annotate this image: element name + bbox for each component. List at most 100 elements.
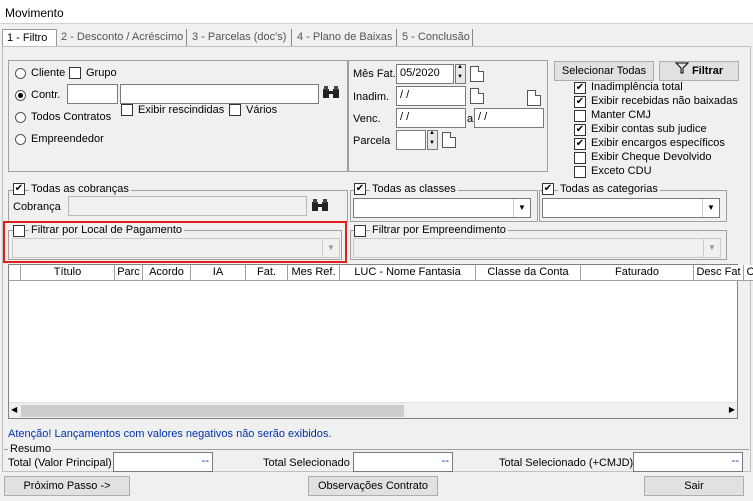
chevron-down-icon[interactable]: ▼ bbox=[322, 239, 339, 257]
cobranca-search-icon[interactable] bbox=[311, 198, 329, 215]
exibir-rescindidas-checkbox[interactable] bbox=[121, 104, 133, 116]
inadim-page-icon[interactable] bbox=[470, 88, 484, 104]
option-label: Exibir recebidas não baixadas bbox=[591, 95, 738, 107]
option-label: Exibir Cheque Devolvido bbox=[591, 151, 712, 163]
local-pagamento-checkbox[interactable] bbox=[13, 225, 25, 237]
mes-fat-spinner[interactable] bbox=[455, 64, 466, 84]
classes-combo[interactable]: ▼ bbox=[353, 198, 531, 218]
tab-plano-baixas[interactable]: 4 - Plano de Baixas bbox=[293, 29, 397, 47]
total-cmjd-label: Total Selecionado (+CMJD) bbox=[499, 457, 634, 469]
empreendimento-label: Filtrar por Empreendimento bbox=[370, 224, 508, 236]
option-checkbox[interactable]: ✔ bbox=[574, 124, 586, 136]
radio-cliente[interactable] bbox=[15, 68, 26, 79]
todas-classes-checkbox[interactable]: ✔ bbox=[354, 183, 366, 195]
tab-parcelas[interactable]: 3 - Parcelas (doc's) bbox=[188, 29, 292, 47]
grid-column-header[interactable]: Acordo bbox=[143, 265, 191, 281]
parcelas-grid[interactable]: Título Parc Acordo IA Fat. Mes Ref. LUC - Nome… bbox=[8, 264, 753, 419]
empreendimento-combo[interactable]: ▼ bbox=[353, 238, 721, 258]
mes-fat-input[interactable]: 05/2020 bbox=[396, 64, 454, 84]
local-pagamento-combo[interactable]: ▼ bbox=[12, 238, 340, 258]
binoculars-icon[interactable] bbox=[322, 85, 340, 102]
grid-column-header[interactable]: Fat. bbox=[246, 265, 288, 281]
exibir-rescindidas-label: Exibir rescindidas bbox=[138, 104, 225, 116]
option-checkbox[interactable] bbox=[574, 166, 586, 178]
grid-column-header[interactable]: Título bbox=[21, 265, 115, 281]
tab-conclusao[interactable]: 5 - Conclusão bbox=[398, 29, 473, 47]
contr-label: Contr. bbox=[31, 89, 61, 101]
venc-from-input[interactable]: / / bbox=[396, 108, 466, 128]
contr-name-input[interactable] bbox=[120, 84, 319, 104]
grupo-label: Grupo bbox=[86, 67, 117, 79]
todas-categorias-checkbox[interactable]: ✔ bbox=[542, 183, 554, 195]
total-selecionado-value: -- bbox=[353, 452, 453, 472]
grid-column-header[interactable]: Faturado bbox=[581, 265, 694, 281]
contr-code-input[interactable] bbox=[67, 84, 118, 104]
grid-column-header[interactable]: Mes Ref. bbox=[288, 265, 340, 281]
proximo-passo-button[interactable]: Próximo Passo -> bbox=[4, 476, 130, 496]
inadim-label: Inadim. bbox=[353, 91, 390, 103]
grid-column-header[interactable]: IA bbox=[191, 265, 246, 281]
categorias-combo[interactable]: ▼ bbox=[542, 198, 720, 218]
calendar-page-icon[interactable] bbox=[527, 90, 541, 106]
empreendimento-checkbox[interactable] bbox=[354, 225, 366, 237]
selecionar-todas-button[interactable]: Selecionar Todas bbox=[554, 61, 654, 81]
scroll-thumb[interactable] bbox=[21, 405, 404, 417]
cliente-label: Cliente bbox=[31, 67, 66, 79]
scroll-left-icon[interactable]: ◀ bbox=[11, 405, 17, 414]
grid-column-header[interactable]: Desc Fat bbox=[694, 265, 744, 281]
option-checkbox[interactable]: ✔ bbox=[574, 82, 586, 94]
parcela-page-icon[interactable] bbox=[442, 132, 456, 148]
local-pagamento-label: Filtrar por Local de Pagamento bbox=[29, 224, 185, 236]
parcela-input[interactable] bbox=[396, 130, 426, 150]
option-label: Manter CMJ bbox=[591, 109, 651, 121]
todas-cobrancas-checkbox[interactable]: ✔ bbox=[13, 183, 25, 195]
cobranca-input[interactable] bbox=[68, 196, 307, 216]
grupo-checkbox[interactable] bbox=[69, 67, 81, 79]
chevron-down-icon[interactable]: ▼ bbox=[702, 199, 719, 217]
grid-column-header[interactable]: LUC - Nome Fantasia bbox=[340, 265, 476, 281]
grid-header-indicator bbox=[9, 265, 21, 281]
inadim-input[interactable]: / / bbox=[396, 86, 466, 106]
parcela-label: Parcela bbox=[353, 135, 391, 147]
tab-desconto[interactable]: 2 - Desconto / Acréscimo bbox=[57, 29, 187, 47]
observacoes-contrato-button[interactable]: Observações Contrato bbox=[308, 476, 438, 496]
filter-icon bbox=[674, 62, 690, 80]
chevron-down-icon[interactable]: ▼ bbox=[513, 199, 530, 217]
varios-label: Vários bbox=[246, 104, 278, 116]
option-checkbox[interactable]: ✔ bbox=[574, 96, 586, 108]
total-selecionado-text: -- bbox=[441, 455, 449, 467]
total-cmjd-value: -- bbox=[633, 452, 743, 472]
radio-todos-contratos[interactable] bbox=[15, 112, 26, 123]
todas-classes-label: Todas as classes bbox=[370, 183, 458, 195]
window-title: Movimento bbox=[5, 6, 64, 20]
todas-categorias-label: Todas as categorias bbox=[558, 183, 660, 195]
total-principal-label: Total (Valor Principal) bbox=[8, 457, 112, 469]
option-label: Inadimplência total bbox=[591, 81, 683, 93]
total-selecionado-label: Total Selecionado bbox=[263, 457, 350, 469]
sair-button[interactable]: Sair bbox=[644, 476, 744, 496]
tab-filtro[interactable]: 1 - Filtro bbox=[2, 29, 57, 47]
cobranca-label: Cobrança bbox=[13, 201, 61, 213]
tab-strip: 1 - Filtro 2 - Desconto / Acréscimo 3 - … bbox=[2, 29, 482, 47]
option-checkbox[interactable]: ✔ bbox=[574, 138, 586, 150]
filtrar-button[interactable]: Filtrar bbox=[659, 61, 739, 81]
option-checkbox[interactable] bbox=[574, 110, 586, 122]
grid-column-header[interactable]: Parc bbox=[115, 265, 143, 281]
varios-checkbox[interactable] bbox=[229, 104, 241, 116]
chevron-down-icon[interactable]: ▼ bbox=[703, 239, 720, 257]
grid-column-header[interactable]: Classe da Conta bbox=[476, 265, 581, 281]
empreendedor-label: Empreendedor bbox=[31, 133, 104, 145]
option-label: Exibir contas sub judice bbox=[591, 123, 707, 135]
scroll-right-icon[interactable]: ▶ bbox=[729, 405, 735, 414]
radio-empreendedor[interactable] bbox=[15, 134, 26, 145]
warning-text: Atenção! Lançamentos com valores negativ… bbox=[8, 428, 332, 440]
radio-contr[interactable] bbox=[15, 90, 26, 101]
venc-to-input[interactable]: / / bbox=[474, 108, 544, 128]
horizontal-scrollbar[interactable]: ◀ ▶ bbox=[9, 402, 737, 418]
parcela-spinner[interactable] bbox=[427, 130, 438, 150]
option-checkbox[interactable] bbox=[574, 152, 586, 164]
grid-column-header[interactable]: Co bbox=[744, 265, 753, 281]
window-title-bar: Movimento bbox=[0, 0, 753, 24]
total-principal-text: -- bbox=[201, 455, 209, 467]
mes-fat-page-icon[interactable] bbox=[470, 66, 484, 82]
